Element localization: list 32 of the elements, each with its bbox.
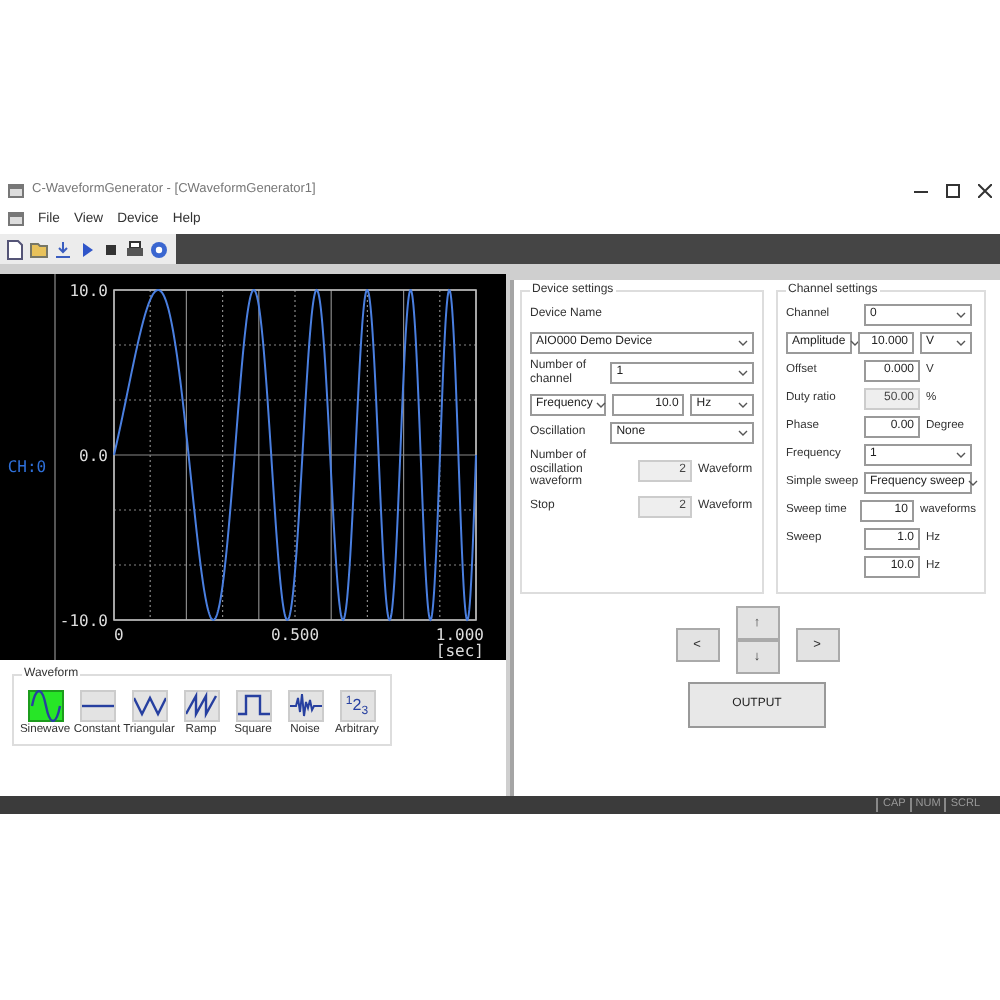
caret-icon <box>956 451 966 458</box>
caret-icon <box>738 339 748 346</box>
maximize-icon[interactable] <box>946 183 960 197</box>
caret-icon <box>956 311 966 318</box>
sawtooth-wave-icon <box>185 689 217 722</box>
caret-icon <box>738 401 748 408</box>
play-icon[interactable] <box>78 239 96 259</box>
stop-icon[interactable] <box>102 239 120 259</box>
x-axis-label: 0.500 <box>270 626 320 644</box>
caret-icon <box>968 479 979 486</box>
y-axis-label: 10.0 <box>69 282 108 300</box>
save-icon[interactable] <box>54 239 72 259</box>
close-icon[interactable] <box>978 183 992 197</box>
y-axis-label: 0.0 <box>79 447 108 465</box>
number-glyph-icon: $^{1}$2$_{3}$ <box>345 696 369 715</box>
app-icon <box>8 183 24 197</box>
caret-icon <box>738 429 748 436</box>
help-icon[interactable] <box>150 239 168 259</box>
folder-icon[interactable] <box>30 239 48 259</box>
noise-wave-icon <box>289 689 321 722</box>
printer-icon[interactable] <box>126 239 144 259</box>
y-axis-label: -10.0 <box>59 612 108 630</box>
caret-icon <box>956 339 966 346</box>
caret-icon <box>596 401 607 408</box>
sine-wave-icon <box>29 689 61 722</box>
x-axis-unit: [sec] <box>435 642 484 660</box>
caret-icon <box>738 370 748 377</box>
flat-line-icon <box>81 703 113 708</box>
x-axis-label: 0 <box>114 626 124 644</box>
x-axis-label: 1.000 <box>435 626 484 644</box>
new-file-icon[interactable] <box>6 239 24 259</box>
document-icon <box>8 212 24 226</box>
